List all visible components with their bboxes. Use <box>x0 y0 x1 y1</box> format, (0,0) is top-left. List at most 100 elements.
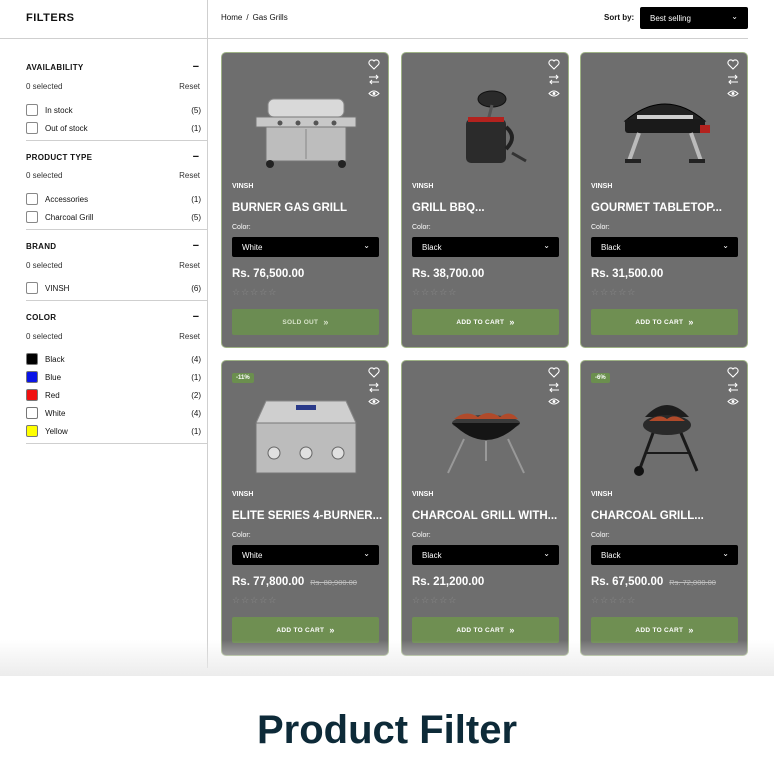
color-collapse-toggle[interactable]: − <box>193 312 199 323</box>
checkbox[interactable] <box>26 122 38 134</box>
filter-option-charcoal-grill[interactable]: Charcoal Grill (5) <box>26 211 201 223</box>
color-swatch[interactable] <box>26 371 38 383</box>
eye-icon[interactable] <box>548 397 560 406</box>
rating-stars: ☆☆☆☆☆ <box>232 287 278 297</box>
color-variant-value: White <box>242 550 263 560</box>
product-card[interactable]: VINSH GOURMET TABLETOP... Color: Black ⌄… <box>580 52 748 348</box>
color-swatch[interactable] <box>26 425 38 437</box>
color-swatch[interactable] <box>26 407 38 419</box>
compare-arrows-icon[interactable] <box>727 382 739 393</box>
color-variant-select[interactable]: Black ⌄ <box>591 545 738 565</box>
compare-arrows-icon[interactable] <box>727 74 739 85</box>
eye-icon[interactable] <box>727 397 739 406</box>
product-title-link[interactable]: BURNER GAS GRILL <box>232 202 382 214</box>
filter-option-blue[interactable]: Blue (1) <box>26 371 201 383</box>
option-label: In stock <box>45 105 73 115</box>
filter-option-accessories[interactable]: Accessories (1) <box>26 193 201 205</box>
add-to-cart-button[interactable]: ADD TO CART » <box>412 309 559 335</box>
breadcrumb-home-link[interactable]: Home <box>221 13 242 22</box>
availability-reset-link[interactable]: Reset <box>179 82 200 91</box>
heart-icon[interactable] <box>368 59 380 70</box>
filter-option-in-stock[interactable]: In stock (5) <box>26 104 201 116</box>
color-swatch[interactable] <box>26 353 38 365</box>
product-image[interactable] <box>426 395 546 477</box>
product-card[interactable]: VINSH BURNER GAS GRILL Color: White ⌄ Rs… <box>221 52 389 348</box>
product-card[interactable]: -6% VINSH CHARCOAL GRILL... Color: Black… <box>580 360 748 656</box>
product-title-link[interactable]: GOURMET TABLETOP... <box>591 202 741 214</box>
color-reset-link[interactable]: Reset <box>179 332 200 341</box>
product-title-link[interactable]: CHARCOAL GRILL WITH... <box>412 510 562 522</box>
eye-icon[interactable] <box>727 89 739 98</box>
add-to-cart-button[interactable]: ADD TO CART » <box>591 309 738 335</box>
product-type-collapse-toggle[interactable]: − <box>193 152 199 163</box>
color-variant-select[interactable]: White ⌄ <box>232 237 379 257</box>
brand-selected-count: 0 selected <box>26 261 63 270</box>
compare-arrows-icon[interactable] <box>548 382 560 393</box>
filter-option-black[interactable]: Black (4) <box>26 353 201 365</box>
filter-option-white[interactable]: White (4) <box>26 407 201 419</box>
heart-icon[interactable] <box>368 367 380 378</box>
product-title-link[interactable]: ELITE SERIES 4-BURNER... <box>232 510 382 522</box>
product-price: Rs. 77,800.00 Rs. 80,900.00 <box>232 576 357 588</box>
color-label: Color: <box>232 532 251 539</box>
checkbox[interactable] <box>26 211 38 223</box>
availability-collapse-toggle[interactable]: − <box>193 62 199 73</box>
option-label: Charcoal Grill <box>45 212 94 222</box>
checkbox[interactable] <box>26 193 38 205</box>
eye-icon[interactable] <box>368 89 380 98</box>
product-card[interactable]: -11% VINSH ELITE SERIES 4-BURNER... Colo… <box>221 360 389 656</box>
brand-collapse-toggle[interactable]: − <box>193 241 199 252</box>
product-price: Rs. 67,500.00 Rs. 72,000.00 <box>591 576 716 588</box>
eye-icon[interactable] <box>548 89 560 98</box>
product-image[interactable] <box>246 87 366 169</box>
option-count: (4) <box>191 354 201 364</box>
product-image[interactable] <box>246 395 366 477</box>
compare-arrows-icon[interactable] <box>548 74 560 85</box>
breadcrumb: Home / Gas Grills <box>221 13 288 22</box>
color-variant-select[interactable]: White ⌄ <box>232 545 379 565</box>
product-image[interactable] <box>605 87 725 169</box>
divider <box>208 38 748 39</box>
brand-reset-link[interactable]: Reset <box>179 261 200 270</box>
product-image[interactable] <box>605 395 725 477</box>
current-price: Rs. 77,800.00 <box>232 576 305 588</box>
color-variant-select[interactable]: Black ⌄ <box>412 237 559 257</box>
product-card[interactable]: VINSH GRILL BBQ... Color: Black ⌄ Rs. 38… <box>401 52 569 348</box>
filter-option-out-of-stock[interactable]: Out of stock (1) <box>26 122 201 134</box>
card-actions <box>727 367 741 406</box>
compare-arrows-icon[interactable] <box>368 382 380 393</box>
heart-icon[interactable] <box>548 367 560 378</box>
heart-icon[interactable] <box>727 367 739 378</box>
product-vendor: VINSH <box>232 491 254 498</box>
heart-icon[interactable] <box>727 59 739 70</box>
color-variant-select[interactable]: Black ⌄ <box>591 237 738 257</box>
product-card[interactable]: VINSH CHARCOAL GRILL WITH... Color: Blac… <box>401 360 569 656</box>
card-actions <box>548 367 562 406</box>
option-label: VINSH <box>45 283 70 293</box>
product-vendor: VINSH <box>591 491 613 498</box>
product-type-reset-link[interactable]: Reset <box>179 171 200 180</box>
option-label: Yellow <box>45 426 68 436</box>
checkbox[interactable] <box>26 282 38 294</box>
compare-arrows-icon[interactable] <box>368 74 380 85</box>
compare-at-price: Rs. 72,000.00 <box>669 578 716 587</box>
product-image[interactable] <box>426 87 546 169</box>
color-swatch[interactable] <box>26 389 38 401</box>
product-title-link[interactable]: CHARCOAL GRILL... <box>591 510 741 522</box>
option-count: (1) <box>191 372 201 382</box>
sort-select[interactable]: Best selling ⌄​ <box>640 7 748 29</box>
current-price: Rs. 31,500.00 <box>591 268 664 280</box>
filter-option-vinsh[interactable]: VINSH (6) <box>26 282 201 294</box>
double-chevron-right-icon: » <box>688 317 694 327</box>
filter-option-red[interactable]: Red (2) <box>26 389 201 401</box>
product-vendor: VINSH <box>591 183 613 190</box>
product-title-link[interactable]: GRILL BBQ... <box>412 202 562 214</box>
rating-stars: ☆☆☆☆☆ <box>412 287 458 297</box>
bottom-fade <box>0 640 774 680</box>
heart-icon[interactable] <box>548 59 560 70</box>
eye-icon[interactable] <box>368 397 380 406</box>
filter-option-yellow[interactable]: Yellow (1) <box>26 425 201 437</box>
checkbox[interactable] <box>26 104 38 116</box>
sold-out-button[interactable]: SOLD OUT » <box>232 309 379 335</box>
color-variant-select[interactable]: Black ⌄ <box>412 545 559 565</box>
